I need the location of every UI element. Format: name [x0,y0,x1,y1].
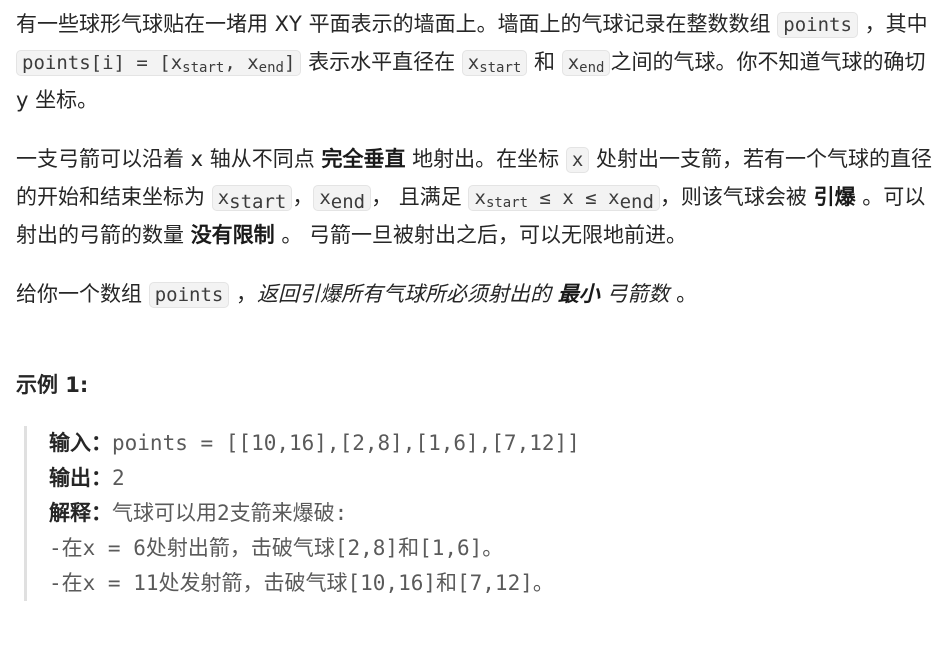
explain-value: 气球可以用2支箭来爆破: [112,501,348,525]
subscript: start [229,191,287,213]
subscript: start [479,60,522,76]
example-explain-detail-2: -在x = 11处发射箭，击破气球[10,16]和[7,12]。 [49,571,554,595]
example-explain-line: 解释：气球可以用2支箭来爆破: [49,496,932,531]
text: 有一些球形气球贴在一堵用 XY 平面表示的墙面上。墙面上的气球记录在整数数组 [16,12,778,36]
example-title: 示例 1: [16,373,89,397]
paragraph-arrow-rules: 一支弓箭可以沿着 x 轴从不同点 完全垂直 地射出。在坐标 x 处射出一支箭，若… [16,141,932,254]
text: 返回引爆所有气球所必须射出的 [257,282,558,306]
paragraph-task: 给你一个数组 points ，返回引爆所有气球所必须射出的 最小 弓箭数 。 [16,276,932,314]
inline-code-xend: xend [313,185,372,213]
subscript: start [182,60,225,76]
code-text: x [217,187,230,209]
subscript: start [485,195,529,211]
example-output-line: 输出：2 [49,461,932,496]
code-text: x [319,187,331,209]
code-text: ≤ x ≤ x [528,187,620,209]
example-block: 输入：points = [[10,16],[2,8],[1,6],[7,12]]… [24,426,932,601]
inline-code-points: points [148,282,230,308]
paragraph-intro: 有一些球形气球贴在一堵用 XY 平面表示的墙面上。墙面上的气球记录在整数数组 p… [16,6,932,119]
inline-code-xend: xend [561,50,611,76]
inline-code-xstart: xstart [211,185,293,213]
subscript: end [258,60,284,76]
text: ， [292,185,314,209]
inline-code-points-i: points[i] = [xstart, xend] [16,50,302,76]
text: 表示水平直径在 [301,50,462,74]
italic-text: 返回引爆所有气球所必须射出的 最小 弓箭数 [257,282,676,306]
code-text: points[i] = [x [22,52,183,74]
text: ， [229,282,258,306]
text: ， 且满足 [371,185,469,209]
subscript: end [619,191,654,213]
code-text: , x [224,52,259,74]
output-label: 输出： [49,466,112,490]
text: ，其中 [857,12,928,36]
text: 和 [527,50,562,74]
text: 地射出。在坐标 [405,147,566,171]
explain-label: 解释： [49,501,112,525]
text: 弓箭数 [599,282,677,306]
input-value: points = [[10,16],[2,8],[1,6],[7,12]] [112,431,580,455]
text: 一支弓箭可以沿着 x 轴从不同点 [16,147,322,171]
problem-description: 有一些球形气球贴在一堵用 XY 平面表示的墙面上。墙面上的气球记录在整数数组 p… [0,0,948,664]
example-explain-detail-1: -在x = 6处射出箭，击破气球[2,8]和[1,6]。 [49,536,504,560]
subscript: end [579,60,605,76]
inline-code-xstart: xstart [461,50,528,76]
inline-code-x: x [565,147,590,173]
output-value: 2 [112,466,125,490]
code-text: x [467,52,480,74]
code-text: ] [283,52,296,74]
example-input-line: 输入：points = [[10,16],[2,8],[1,6],[7,12]] [49,426,932,461]
bold-text: 没有限制 [190,223,275,247]
code-text: x [567,52,580,74]
text: ，则该气球会被 [659,185,814,209]
bold-text: 引爆 [813,185,856,209]
code-text: x [474,187,486,209]
inline-code-points: points [777,12,858,38]
bold-text: 完全垂直 [321,147,406,171]
text: 给你一个数组 [16,282,149,306]
input-label: 输入： [49,431,112,455]
inline-code-condition: xstart ≤ x ≤ xend [468,185,660,213]
text: 。 弓箭一旦被射出之后，可以无限地前进。 [274,223,688,247]
text: 。 [676,282,698,306]
subscript: end [330,191,366,213]
bold-text: 最小 [557,282,600,306]
